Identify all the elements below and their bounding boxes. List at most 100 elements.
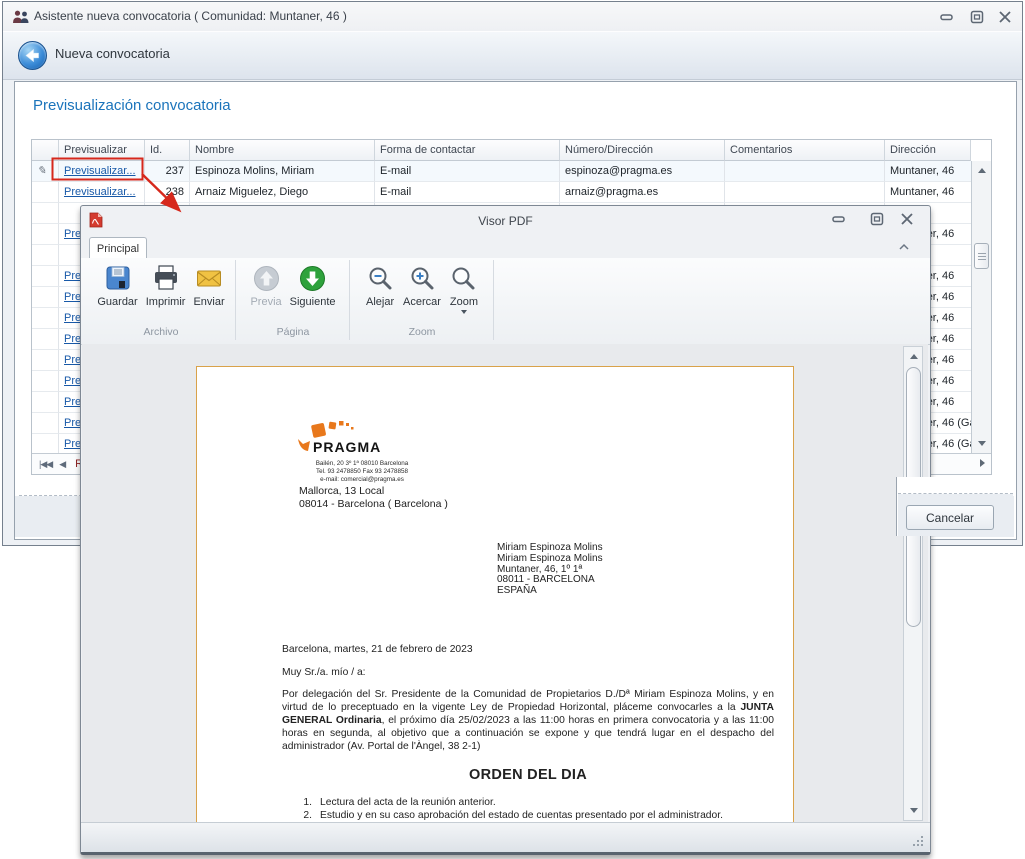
row-edit-indicator (32, 224, 59, 245)
back-arrow-icon (25, 48, 39, 63)
row-edit-indicator (32, 392, 59, 413)
recipient-block: Miriam Espinoza Molins Miriam Espinoza M… (497, 542, 603, 597)
siguiente-button[interactable]: Siguiente (286, 260, 340, 308)
printer-icon (151, 263, 181, 293)
imprimir-button[interactable]: Imprimir (142, 260, 190, 308)
previsualizar-link[interactable]: Previsualizar... (64, 165, 136, 177)
orden-list: 1. Lectura del acta de la reunión anteri… (282, 797, 774, 822)
pdf-titlebar: Visor PDF (81, 206, 930, 234)
sender-line-1: Mallorca, 13 Local (299, 485, 385, 497)
row-edit-indicator (32, 308, 59, 329)
pdf-window-title: Visor PDF (478, 214, 533, 228)
enviar-button[interactable]: Enviar (189, 260, 228, 308)
row-edit-indicator (32, 434, 59, 455)
guardar-button[interactable]: Guardar (93, 260, 141, 308)
header-direccion[interactable]: Dirección (885, 140, 971, 161)
zoom-out-icon (365, 263, 395, 293)
zoom-icon (449, 263, 479, 293)
cell-numero: espinoza@pragma.es (560, 161, 725, 182)
resize-grip-icon[interactable] (912, 835, 925, 848)
letter-body: Por delegación del Sr. Presidente de la … (282, 689, 774, 753)
cancel-button[interactable]: Cancelar (906, 505, 994, 530)
table-header: Previsualizar Id. Nombre Forma de contac… (32, 140, 991, 161)
table-row[interactable]: Previsualizar... 238 Arnaiz Miguelez, Di… (32, 182, 991, 203)
pdf-page: PRAGMA Bailén, 20 3º 1ª 08010 Barcelona … (196, 366, 794, 823)
row-edit-indicator: ✎ (32, 161, 59, 182)
cell-comentarios (725, 161, 885, 182)
row-edit-indicator (32, 413, 59, 434)
alejar-button[interactable]: Alejar (361, 260, 399, 314)
header-nombre[interactable]: Nombre (190, 140, 375, 161)
pdf-ribbon: Guardar Imprimir Enviar Archivo Previa S… (81, 258, 930, 345)
pdf-maximize-icon[interactable] (869, 212, 887, 227)
orden-item: 1. Lectura del acta de la reunión anteri… (303, 797, 496, 808)
row-edit-indicator (32, 371, 59, 392)
main-window-title: Asistente nueva convocatoria ( Comunidad… (34, 9, 347, 23)
logo-address-2: Tel. 93 2478850 Fax 93 2478858 (315, 468, 409, 475)
cell-nombre: Espinoza Molins, Miriam (190, 161, 375, 182)
cell-comentarios (725, 182, 885, 203)
dropdown-arrow-icon (460, 310, 467, 314)
close-icon[interactable] (997, 10, 1015, 25)
row-edit-indicator (32, 266, 59, 287)
ribbon-collapse-icon[interactable] (897, 240, 911, 258)
row-edit-indicator (32, 350, 59, 371)
hscroll-right-icon[interactable] (980, 459, 985, 469)
section-title: Previsualización convocatoria (33, 97, 231, 114)
row-edit-indicator (32, 287, 59, 308)
tab-principal[interactable]: Principal (89, 237, 147, 260)
down-circle-icon (298, 263, 328, 293)
table-scrollbar-thumb[interactable] (974, 243, 989, 269)
zoom-dropdown-button[interactable]: Zoom (445, 260, 483, 314)
previsualizar-link[interactable]: Previsualizar... (64, 186, 136, 198)
ribbon-group-pagina: Previa Siguiente Página (237, 260, 350, 340)
cell-numero: arnaiz@pragma.es (560, 182, 725, 203)
scroll-down-icon[interactable] (974, 436, 989, 451)
minimize-icon[interactable] (939, 10, 957, 25)
table-row[interactable]: ✎ Previsualizar... 237 Espinoza Molins, … (32, 161, 991, 182)
scroll-up-icon[interactable] (974, 163, 989, 178)
header-comentarios[interactable]: Comentarios (725, 140, 885, 161)
header-forma[interactable]: Forma de contactar (375, 140, 560, 161)
cell-nombre: Arnaiz Miguelez, Diego (190, 182, 375, 203)
group-label-pagina: Página (276, 326, 310, 338)
back-button[interactable] (18, 41, 47, 70)
pdf-tabstrip: Principal (81, 234, 930, 260)
pdf-scroll-down-icon[interactable] (906, 803, 921, 818)
maximize-icon[interactable] (969, 10, 987, 25)
ribbon-group-archivo: Guardar Imprimir Enviar Archivo (87, 260, 236, 340)
table-vertical-scrollbar[interactable] (971, 161, 991, 453)
cell-forma: E-mail (375, 161, 560, 182)
ribbon-group-zoom: Alejar Acercar Zoom Zoom (351, 260, 494, 340)
save-icon (103, 263, 133, 293)
header-indicator (32, 140, 59, 161)
header-id[interactable]: Id. (145, 140, 190, 161)
page-header: Nueva convocatoria (3, 31, 1022, 80)
pdf-vertical-scrollbar[interactable] (903, 346, 923, 821)
cell-direccion: Muntaner, 46 (885, 161, 971, 182)
first-record-button[interactable]: |◀◀ (39, 459, 53, 470)
logo-text: PRAGMA (313, 439, 382, 455)
page-title: Nueva convocatoria (55, 46, 170, 61)
row-edit-indicator (32, 329, 59, 350)
group-label-archivo: Archivo (143, 326, 179, 338)
letter-date: Barcelona, martes, 21 de febrero de 2023 (282, 644, 473, 655)
people-icon (13, 10, 29, 23)
previous-record-button[interactable]: ◀ (59, 459, 66, 470)
cell-id: 238 (145, 182, 190, 203)
header-previsualizar[interactable]: Previsualizar (59, 140, 145, 161)
pdf-minimize-icon[interactable] (831, 212, 849, 227)
group-label-zoom: Zoom (408, 326, 436, 338)
footer-corner: Cancelar (896, 477, 1013, 536)
pdf-statusbar (81, 822, 930, 852)
previa-button[interactable]: Previa (246, 260, 285, 308)
orden-del-dia-title: ORDEN DEL DIA (468, 767, 588, 783)
row-edit-indicator (32, 203, 59, 224)
pdf-scroll-up-icon[interactable] (906, 349, 921, 364)
envelope-icon (194, 263, 224, 293)
logo-address-3: e-mail: comercial@pragma.es (320, 476, 404, 483)
acercar-button[interactable]: Acercar (399, 260, 445, 314)
letter-salutation: Muy Sr./a. mío / a: (282, 667, 366, 678)
pdf-close-icon[interactable] (899, 212, 917, 227)
header-numero[interactable]: Número/Dirección (560, 140, 725, 161)
